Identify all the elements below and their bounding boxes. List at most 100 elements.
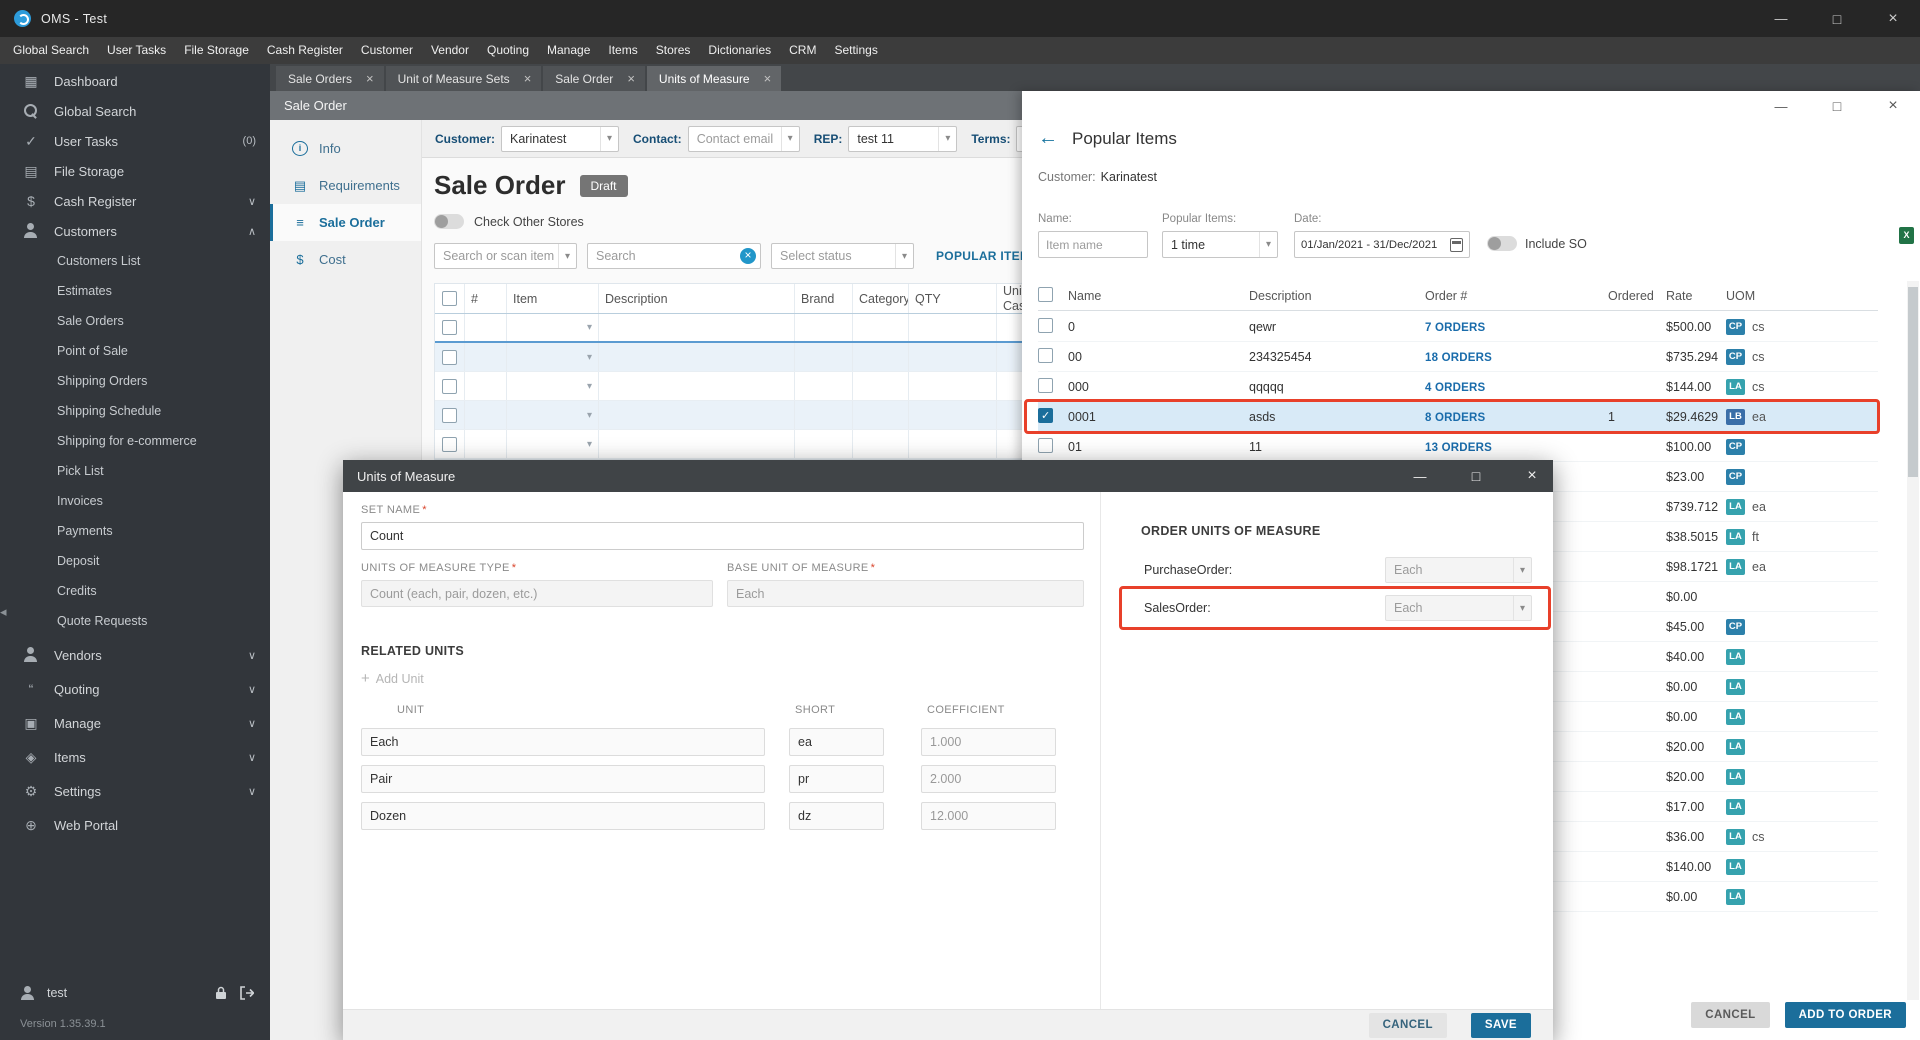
sale-order-nav-item[interactable]: Requirements	[270, 167, 421, 204]
purchase-order-dropdown[interactable]: Each	[1385, 557, 1532, 583]
menu-item[interactable]: Customer	[352, 37, 422, 64]
modal-minimize-icon[interactable]	[1407, 469, 1433, 484]
customer-dropdown[interactable]: Karinatest	[501, 125, 620, 152]
orders-link[interactable]: 13 ORDERS	[1425, 442, 1492, 454]
sidebar-item[interactable]: Items ∨	[0, 742, 270, 772]
window-maximize-icon[interactable]	[1824, 11, 1850, 27]
sales-order-dropdown[interactable]: Each	[1385, 595, 1532, 621]
row-checkbox[interactable]	[442, 407, 457, 423]
sale-order-nav-item[interactable]: Cost	[270, 241, 421, 278]
sidebar-item[interactable]: Deposit	[0, 546, 270, 576]
scrollbar-thumb[interactable]	[1908, 287, 1918, 477]
select-all-checkbox[interactable]	[1038, 286, 1053, 302]
item-search-mode-dropdown[interactable]: Search or scan item	[434, 243, 577, 269]
sidebar-item[interactable]: Quote Requests	[0, 606, 270, 636]
tab-close-icon[interactable]: ×	[764, 71, 772, 86]
unit-coefficient-input[interactable]	[921, 765, 1056, 793]
sidebar-item[interactable]: Global Search	[0, 96, 270, 126]
sidebar-item[interactable]: Pick List	[0, 456, 270, 486]
unit-coefficient-input[interactable]	[921, 728, 1056, 756]
document-tab[interactable]: Units of Measure ×	[646, 66, 782, 91]
logout-icon[interactable]	[239, 986, 254, 1000]
row-checkbox[interactable]	[1038, 407, 1053, 423]
menu-item[interactable]: User Tasks	[98, 37, 175, 64]
sidebar-item[interactable]: Shipping for e-commerce	[0, 426, 270, 456]
calendar-icon[interactable]	[1450, 237, 1463, 252]
check-other-stores-toggle[interactable]	[434, 214, 464, 229]
unit-short-input[interactable]	[789, 802, 884, 830]
include-so-toggle[interactable]	[1487, 236, 1517, 251]
item-name-input[interactable]	[1038, 231, 1148, 258]
child-window-close-icon[interactable]	[1880, 97, 1906, 115]
row-checkbox[interactable]	[442, 349, 457, 365]
row-checkbox[interactable]	[1038, 347, 1053, 363]
row-checkbox[interactable]	[442, 320, 457, 335]
date-range-picker[interactable]: 01/Jan/2021 - 31/Dec/2021	[1294, 231, 1470, 258]
unit-name-input[interactable]	[361, 802, 765, 830]
lock-icon[interactable]	[215, 986, 227, 1000]
add-unit-button[interactable]: + Add Unit	[361, 670, 424, 687]
menu-item[interactable]: Quoting	[478, 37, 538, 64]
set-name-input[interactable]	[361, 522, 1084, 550]
menu-item[interactable]: Vendor	[422, 37, 478, 64]
row-checkbox[interactable]	[442, 378, 457, 394]
save-button[interactable]: SAVE	[1470, 1012, 1531, 1038]
sidebar-item[interactable]: Point of Sale	[0, 336, 270, 366]
back-arrow-icon[interactable]: ←	[1038, 127, 1058, 150]
unit-short-input[interactable]	[789, 728, 884, 756]
sidebar-item[interactable]: Settings ∨	[0, 776, 270, 806]
menu-item[interactable]: Global Search	[4, 37, 98, 64]
popular-item-row[interactable]: 0001 asds 8 ORDERS 1 $29.4629 LB ea	[1024, 399, 1880, 434]
sidebar-item[interactable]: User Tasks (0)	[0, 126, 270, 156]
orders-link[interactable]: 4 ORDERS	[1425, 382, 1485, 394]
modal-close-icon[interactable]	[1519, 467, 1545, 485]
row-checkbox[interactable]	[442, 436, 457, 452]
row-checkbox[interactable]	[1038, 317, 1053, 333]
contact-dropdown[interactable]: Contact email	[687, 125, 800, 152]
add-to-order-button[interactable]: ADD TO ORDER	[1784, 1002, 1906, 1028]
orders-link[interactable]: 7 ORDERS	[1425, 322, 1485, 334]
search-input[interactable]	[587, 243, 761, 269]
menu-item[interactable]: Manage	[538, 37, 599, 64]
sidebar-item[interactable]: Dashboard	[0, 66, 270, 96]
status-filter-dropdown[interactable]: Select status	[771, 243, 914, 269]
sidebar-item[interactable]: Credits	[0, 576, 270, 606]
scrollbar[interactable]	[1907, 281, 1919, 1000]
modal-maximize-icon[interactable]	[1463, 468, 1489, 484]
unit-coefficient-input[interactable]	[921, 802, 1056, 830]
chevron-down-icon[interactable]: ▾	[587, 352, 592, 363]
sidebar-item[interactable]: Estimates	[0, 276, 270, 306]
sidebar-item[interactable]: Payments	[0, 516, 270, 546]
sidebar-item[interactable]: Quoting ∨	[0, 674, 270, 704]
orders-link[interactable]: 8 ORDERS	[1425, 412, 1485, 424]
chevron-down-icon[interactable]: ▾	[587, 410, 592, 421]
sidebar-item[interactable]: Shipping Orders	[0, 366, 270, 396]
chevron-down-icon[interactable]: ▾	[587, 439, 592, 450]
popular-times-dropdown[interactable]: 1 time	[1162, 231, 1278, 258]
row-checkbox[interactable]	[1038, 437, 1053, 453]
row-checkbox[interactable]	[1038, 377, 1053, 393]
sidebar-item[interactable]: Manage ∨	[0, 708, 270, 738]
menu-item[interactable]: Dictionaries	[699, 37, 780, 64]
sidebar-item[interactable]: Shipping Schedule	[0, 396, 270, 426]
sidebar-collapse-icon[interactable]: ◂	[0, 604, 7, 620]
menu-item[interactable]: Cash Register	[258, 37, 352, 64]
unit-short-input[interactable]	[789, 765, 884, 793]
chevron-down-icon[interactable]: ▾	[587, 381, 592, 392]
sidebar-item[interactable]: Web Portal	[0, 810, 270, 840]
tab-close-icon[interactable]: ×	[627, 71, 635, 86]
document-tab[interactable]: Unit of Measure Sets ×	[385, 66, 542, 91]
menu-item[interactable]: CRM	[780, 37, 825, 64]
sidebar-item[interactable]: Cash Register ∨	[0, 186, 270, 216]
cancel-button[interactable]: CANCEL	[1368, 1012, 1447, 1038]
unit-name-input[interactable]	[361, 728, 765, 756]
popular-item-row[interactable]: 01 11 13 ORDERS $100.00 CP	[1038, 432, 1878, 462]
export-excel-icon[interactable]: X	[1899, 227, 1914, 244]
popular-item-row[interactable]: 0 qewr 7 ORDERS $500.00 CP cs	[1038, 312, 1878, 342]
rep-dropdown[interactable]: test 11	[848, 125, 958, 152]
sidebar-item[interactable]: Customers List	[0, 246, 270, 276]
window-close-icon[interactable]	[1880, 10, 1906, 28]
child-window-maximize-icon[interactable]	[1824, 98, 1850, 114]
menu-item[interactable]: Settings	[825, 37, 886, 64]
tab-close-icon[interactable]: ×	[524, 71, 532, 86]
